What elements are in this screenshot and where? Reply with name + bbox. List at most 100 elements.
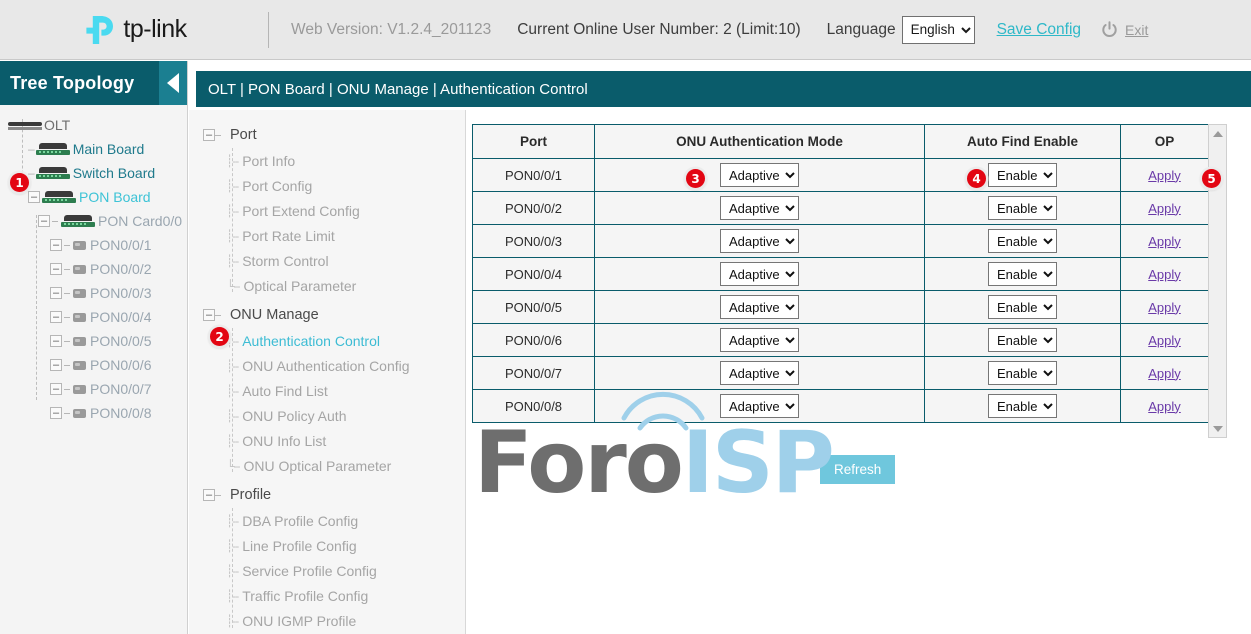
tree-expander-icon[interactable]: – bbox=[50, 383, 62, 395]
table-row: PON0/0/1 Adaptive Enable Apply bbox=[473, 159, 1209, 192]
tree-expander-icon[interactable]: – bbox=[50, 287, 62, 299]
tree-expander-icon[interactable]: – bbox=[50, 335, 62, 347]
menu-item-dba-profile-config[interactable]: ┊--DBA Profile Config bbox=[189, 508, 465, 533]
cell-auto-find: Enable bbox=[925, 192, 1121, 225]
auth-mode-select[interactable]: Adaptive bbox=[720, 196, 799, 220]
menu-item-storm-control[interactable]: ┊--Storm Control bbox=[189, 248, 465, 273]
menu-item-onu-info-list[interactable]: ┊--ONU Info List bbox=[189, 428, 465, 453]
menu-item-label: ONU Policy Auth bbox=[242, 408, 346, 424]
auto-find-select[interactable]: Enable bbox=[988, 295, 1057, 319]
apply-link[interactable]: Apply bbox=[1148, 366, 1181, 381]
tree-node-pon-0-0-7[interactable]: – PON0/0/7 bbox=[0, 377, 187, 401]
menu-item-port-info[interactable]: ┊--Port Info bbox=[189, 148, 465, 173]
tree-node-pon-0-0-1[interactable]: – PON0/0/1 bbox=[0, 233, 187, 257]
apply-link[interactable]: Apply bbox=[1148, 234, 1181, 249]
menu-item-label: Optical Parameter bbox=[244, 278, 357, 294]
tree-node-pon-0-0-6[interactable]: – PON0/0/6 bbox=[0, 353, 187, 377]
cell-auth-mode: Adaptive bbox=[595, 258, 925, 291]
menu-item-line-profile-config[interactable]: ┊--Line Profile Config bbox=[189, 533, 465, 558]
auto-find-select[interactable]: Enable bbox=[988, 229, 1057, 253]
apply-link[interactable]: Apply bbox=[1148, 201, 1181, 216]
apply-link[interactable]: Apply bbox=[1148, 399, 1181, 414]
tree-expander-icon[interactable]: – bbox=[203, 309, 215, 321]
auto-find-select[interactable]: Enable bbox=[988, 196, 1057, 220]
menu-item-label: Traffic Profile Config bbox=[242, 588, 368, 604]
auth-mode-select[interactable]: Adaptive bbox=[720, 163, 799, 187]
scroll-up-arrow-icon[interactable] bbox=[1209, 125, 1226, 142]
tree-expander-icon[interactable]: – bbox=[38, 215, 50, 227]
table-row: PON0/0/3 Adaptive Enable Apply bbox=[473, 225, 1209, 258]
menu-item-port-rate-limit[interactable]: ┊--Port Rate Limit bbox=[189, 223, 465, 248]
auth-mode-select[interactable]: Adaptive bbox=[720, 328, 799, 352]
auth-mode-select[interactable]: Adaptive bbox=[720, 361, 799, 385]
tree-expander-icon[interactable]: – bbox=[50, 359, 62, 371]
tree-node-pon-card[interactable]: – PON Card0/0 bbox=[0, 209, 187, 233]
menu-item-onu-policy-auth[interactable]: ┊--ONU Policy Auth bbox=[189, 403, 465, 428]
apply-link[interactable]: Apply bbox=[1148, 333, 1181, 348]
tree-expander-icon[interactable]: – bbox=[50, 239, 62, 251]
tree-topology-title: Tree Topology bbox=[0, 73, 134, 94]
tree-node-pon-0-0-8[interactable]: – PON0/0/8 bbox=[0, 401, 187, 425]
cell-port: PON0/0/2 bbox=[473, 192, 595, 225]
menu-item-port-config[interactable]: ┊--Port Config bbox=[189, 173, 465, 198]
tree-node-pon-0-0-2[interactable]: – PON0/0/2 bbox=[0, 257, 187, 281]
tree-node-pon-board[interactable]: – PON Board bbox=[0, 185, 187, 209]
menu-item-traffic-profile-config[interactable]: ┊--Traffic Profile Config bbox=[189, 583, 465, 608]
tree-expander-icon[interactable]: – bbox=[203, 129, 215, 141]
refresh-button[interactable]: Refresh bbox=[820, 455, 895, 484]
apply-link[interactable]: Apply bbox=[1148, 267, 1181, 282]
tree-node-pon-0-0-5[interactable]: – PON0/0/5 bbox=[0, 329, 187, 353]
table-row: PON0/0/8 Adaptive Enable Apply bbox=[473, 390, 1209, 423]
menu-item-onu-optical-parameter[interactable]: └--ONU Optical Parameter bbox=[189, 453, 465, 478]
exit-button[interactable]: Exit bbox=[1101, 21, 1148, 38]
menu-item-label: Service Profile Config bbox=[242, 563, 377, 579]
auto-find-select[interactable]: Enable bbox=[988, 262, 1057, 286]
menu-item-auto-find-list[interactable]: ┊--Auto Find List bbox=[189, 378, 465, 403]
tree-node-label: PON0/0/4 bbox=[90, 309, 151, 325]
pon-port-icon bbox=[73, 409, 86, 418]
auth-mode-select[interactable]: Adaptive bbox=[720, 394, 799, 418]
auth-mode-select[interactable]: Adaptive bbox=[720, 262, 799, 286]
menu-item-port-extend-config[interactable]: ┊--Port Extend Config bbox=[189, 198, 465, 223]
apply-link[interactable]: Apply bbox=[1148, 300, 1181, 315]
menu-group-profile: – Profile ┊--DBA Profile Config ┊--Line … bbox=[189, 482, 465, 633]
menu-item-service-profile-config[interactable]: ┊--Service Profile Config bbox=[189, 558, 465, 583]
step-badge-4: 4 bbox=[967, 169, 986, 188]
tree-node-label: PON0/0/3 bbox=[90, 285, 151, 301]
tree-node-pon-0-0-4[interactable]: – PON0/0/4 bbox=[0, 305, 187, 329]
auto-find-select[interactable]: Enable bbox=[988, 328, 1057, 352]
tree-expander-icon[interactable]: – bbox=[50, 263, 62, 275]
menu-group-header-port[interactable]: – Port bbox=[189, 122, 465, 148]
cell-op: Apply bbox=[1121, 291, 1209, 324]
cell-auto-find: Enable bbox=[925, 357, 1121, 390]
menu-item-label: ONU Optical Parameter bbox=[244, 458, 392, 474]
tree-node-main-board[interactable]: – Main Board bbox=[0, 137, 187, 161]
auto-find-select[interactable]: Enable bbox=[988, 361, 1057, 385]
scroll-down-arrow-icon[interactable] bbox=[1209, 420, 1226, 437]
menu-item-label: Port Config bbox=[242, 178, 312, 194]
tree-expander-icon[interactable]: – bbox=[50, 311, 62, 323]
menu-item-optical-parameter[interactable]: └--Optical Parameter bbox=[189, 273, 465, 298]
language-select[interactable]: English bbox=[902, 16, 975, 44]
triangle-left-icon[interactable] bbox=[159, 61, 187, 105]
auth-mode-select[interactable]: Adaptive bbox=[720, 295, 799, 319]
cell-op: Apply bbox=[1121, 192, 1209, 225]
auto-find-select[interactable]: Enable bbox=[988, 394, 1057, 418]
menu-group-header-onu-manage[interactable]: – ONU Manage bbox=[189, 302, 465, 328]
apply-link[interactable]: Apply bbox=[1148, 168, 1181, 183]
menu-item-authentication-control[interactable]: ┊--Authentication Control bbox=[189, 328, 465, 353]
tree-node-pon-0-0-3[interactable]: – PON0/0/3 bbox=[0, 281, 187, 305]
tree-node-label: PON Board bbox=[79, 189, 151, 205]
table-row: PON0/0/7 Adaptive Enable Apply bbox=[473, 357, 1209, 390]
tree-node-olt[interactable]: OLT bbox=[0, 113, 187, 137]
menu-group-header-profile[interactable]: – Profile bbox=[189, 482, 465, 508]
menu-item-onu-igmp-profile[interactable]: ┊--ONU IGMP Profile bbox=[189, 608, 465, 633]
tree-expander-icon[interactable]: – bbox=[50, 407, 62, 419]
auto-find-select[interactable]: Enable bbox=[988, 163, 1057, 187]
save-config-link[interactable]: Save Config bbox=[997, 21, 1081, 39]
auth-mode-select[interactable]: Adaptive bbox=[720, 229, 799, 253]
tree-expander-icon[interactable]: – bbox=[203, 489, 215, 501]
tree-expander-icon[interactable]: – bbox=[28, 191, 40, 203]
menu-item-onu-authentication-config[interactable]: ┊--ONU Authentication Config bbox=[189, 353, 465, 378]
brand-text: tp-link bbox=[123, 17, 186, 42]
